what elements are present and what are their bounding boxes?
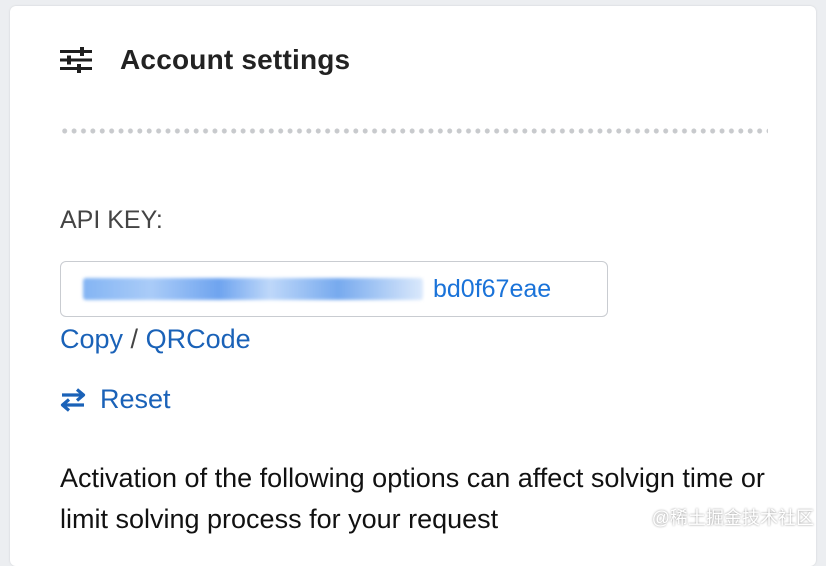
copy-link[interactable]: Copy: [60, 324, 123, 354]
qrcode-link[interactable]: QRCode: [146, 324, 251, 354]
page-title: Account settings: [120, 44, 350, 76]
sliders-icon: [60, 47, 92, 73]
api-key-label: API KEY:: [60, 206, 163, 235]
swap-arrows-icon: [60, 387, 86, 413]
link-separator: /: [131, 324, 139, 354]
reset-label: Reset: [100, 384, 171, 415]
reset-button[interactable]: Reset: [60, 384, 171, 415]
api-key-value: bd0f67eae: [433, 275, 551, 304]
section-divider: [60, 128, 768, 134]
api-key-field[interactable]: bd0f67eae: [60, 261, 608, 317]
account-settings-card: Account settings API KEY: bd0f67eae Copy…: [10, 6, 816, 566]
watermark: @稀土掘金技术社区: [652, 504, 814, 530]
card-header: Account settings: [60, 44, 350, 76]
key-actions: Copy / QRCode: [60, 324, 251, 355]
api-key-redacted: [83, 278, 423, 300]
